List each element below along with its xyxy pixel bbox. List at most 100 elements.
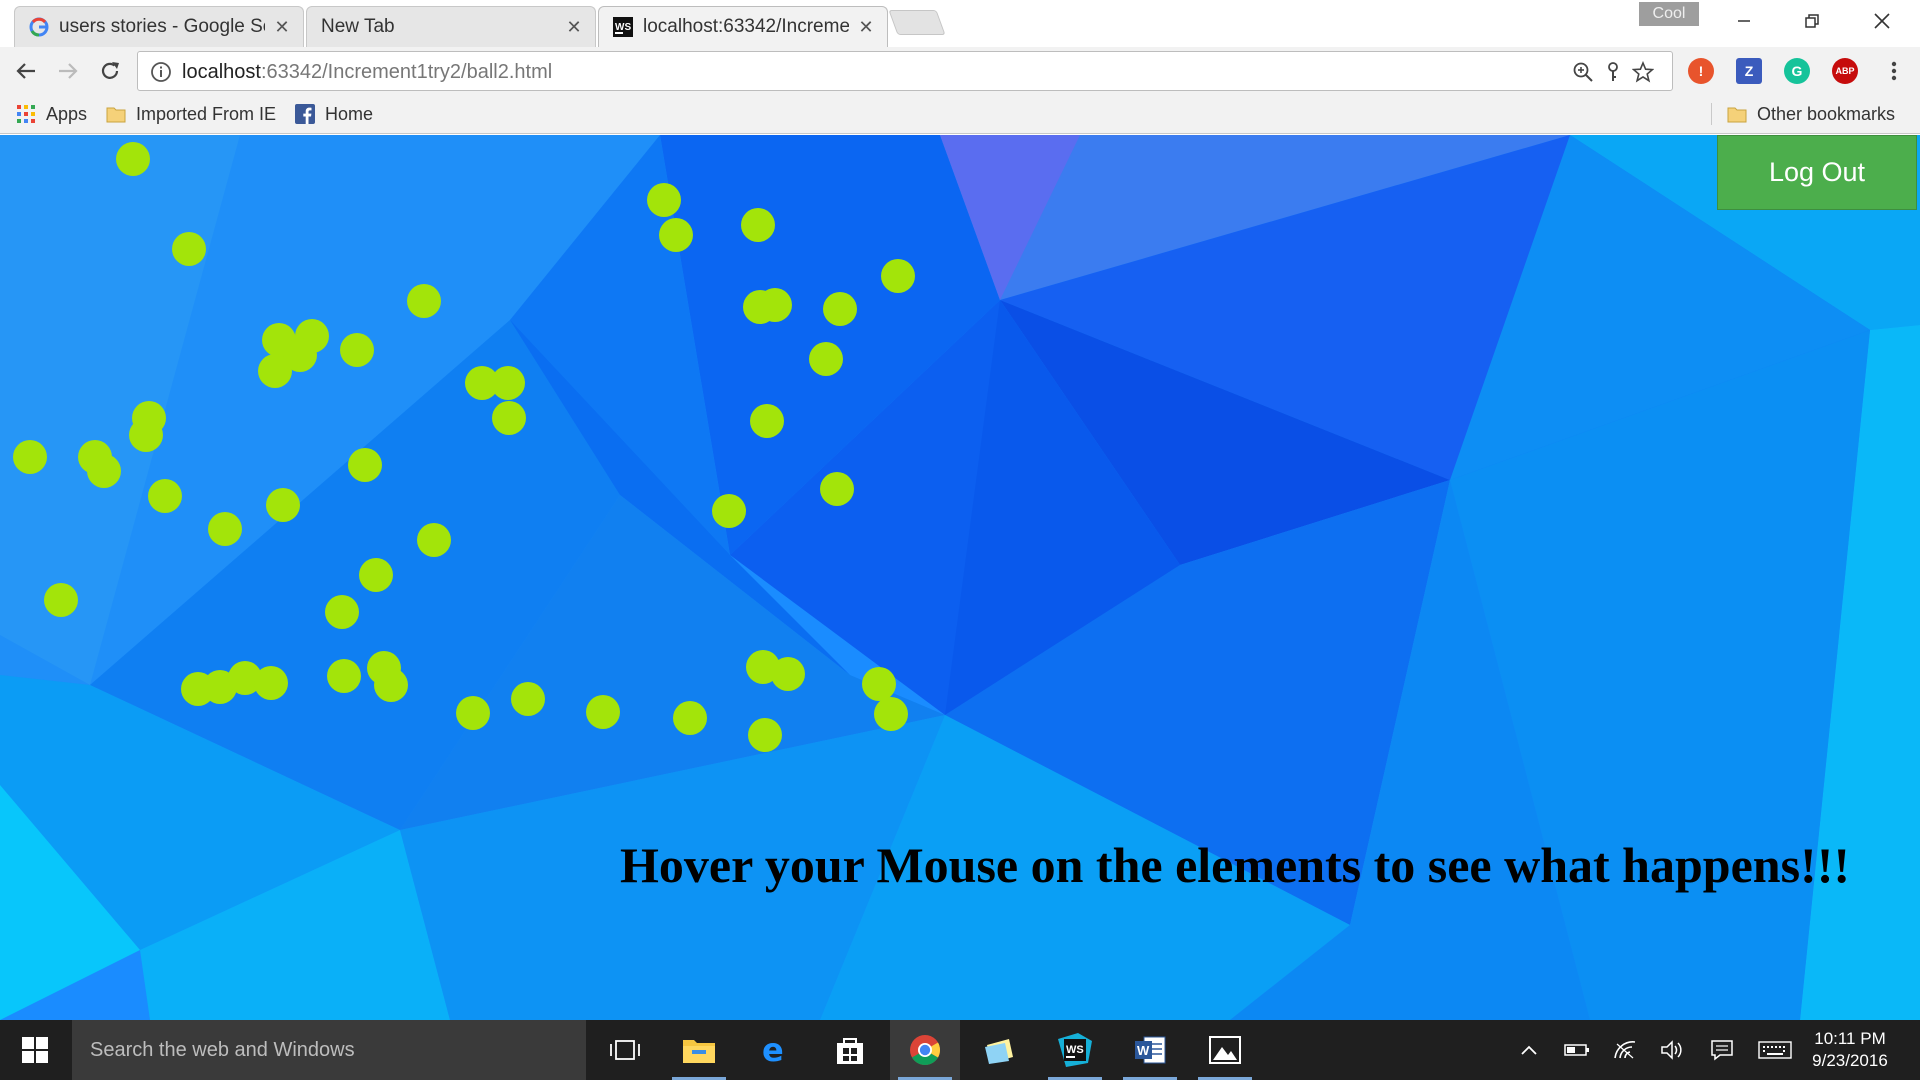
ball[interactable] xyxy=(254,666,288,700)
address-bar[interactable]: localhost:63342/Increment1try2/ball2.htm… xyxy=(137,51,1673,91)
ball[interactable] xyxy=(741,208,775,242)
tab-title: users stories - Google Se xyxy=(59,16,265,37)
ball[interactable] xyxy=(44,583,78,617)
ball[interactable] xyxy=(809,342,843,376)
ball[interactable] xyxy=(862,667,896,701)
ball[interactable] xyxy=(327,659,361,693)
ball[interactable] xyxy=(208,512,242,546)
ball[interactable] xyxy=(417,523,451,557)
adblock-plus-extension-icon[interactable]: ABP xyxy=(1832,58,1858,84)
chrome-menu-button[interactable] xyxy=(1878,55,1910,87)
ball[interactable] xyxy=(743,290,777,324)
ball[interactable] xyxy=(129,418,163,452)
ublock-extension-icon[interactable]: ! xyxy=(1688,58,1714,84)
sticky-notes-button[interactable] xyxy=(965,1020,1035,1080)
reload-button[interactable] xyxy=(94,55,126,87)
ball[interactable] xyxy=(13,440,47,474)
ball[interactable] xyxy=(771,657,805,691)
store-icon xyxy=(837,1038,863,1064)
webstorm-icon: WS xyxy=(613,17,633,37)
bookmark-label: Other bookmarks xyxy=(1757,103,1896,124)
ball[interactable] xyxy=(659,218,693,252)
edge-button[interactable]: e xyxy=(740,1020,810,1080)
url-host: localhost xyxy=(182,61,261,83)
ball[interactable] xyxy=(359,558,393,592)
ball[interactable] xyxy=(712,494,746,528)
ball[interactable] xyxy=(586,695,620,729)
ball[interactable] xyxy=(407,284,441,318)
ball[interactable] xyxy=(148,479,182,513)
tab-localhost[interactable]: WS localhost:63342/Increme ✕ xyxy=(598,6,888,47)
task-view-icon xyxy=(610,1040,640,1060)
ball[interactable] xyxy=(874,697,908,731)
action-center-icon[interactable] xyxy=(1709,1038,1735,1062)
forward-button[interactable] xyxy=(52,55,84,87)
close-icon[interactable]: ✕ xyxy=(273,18,291,36)
url-text[interactable]: localhost:63342/Increment1try2/ball2.htm… xyxy=(182,60,552,84)
minimize-icon xyxy=(1738,20,1750,22)
file-explorer-button[interactable] xyxy=(664,1020,734,1080)
zoom-icon[interactable] xyxy=(1571,60,1595,84)
star-icon[interactable] xyxy=(1631,60,1655,84)
back-button[interactable] xyxy=(10,55,42,87)
ball[interactable] xyxy=(340,333,374,367)
tab-new-tab[interactable]: New Tab ✕ xyxy=(306,6,596,47)
minimize-button[interactable] xyxy=(1710,4,1778,38)
key-icon[interactable] xyxy=(1601,60,1625,84)
ball[interactable] xyxy=(116,142,150,176)
grammarly-extension-icon[interactable]: G xyxy=(1784,58,1810,84)
ball[interactable] xyxy=(823,292,857,326)
close-icon[interactable]: ✕ xyxy=(565,18,583,36)
ball[interactable] xyxy=(511,682,545,716)
volume-icon[interactable] xyxy=(1659,1038,1685,1062)
bookmark-imported-from-ie[interactable]: Imported From IE xyxy=(106,101,276,127)
ball[interactable] xyxy=(820,472,854,506)
store-button[interactable] xyxy=(815,1020,885,1080)
ball[interactable] xyxy=(325,595,359,629)
system-clock[interactable]: 10:11 PM 9/23/2016 xyxy=(1795,1028,1905,1072)
zotero-extension-icon[interactable]: Z xyxy=(1736,58,1762,84)
chevron-up-icon[interactable] xyxy=(1516,1038,1542,1062)
bookmark-apps[interactable]: Apps xyxy=(16,101,87,127)
new-tab-button[interactable] xyxy=(888,10,946,35)
wifi-icon[interactable] xyxy=(1612,1038,1638,1062)
file-explorer-icon xyxy=(683,1040,715,1063)
ball[interactable] xyxy=(456,696,490,730)
task-view-button[interactable] xyxy=(590,1020,660,1080)
touch-keyboard-icon[interactable] xyxy=(1758,1038,1792,1062)
taskbar-search-box[interactable]: Search the web and Windows xyxy=(72,1020,586,1080)
sticky-notes-icon xyxy=(985,1039,1013,1064)
hover-instruction-text: Hover your Mouse on the elements to see … xyxy=(620,837,1851,893)
close-icon[interactable]: ✕ xyxy=(857,18,875,36)
battery-icon[interactable] xyxy=(1564,1038,1590,1062)
bookmarks-separator xyxy=(1711,103,1712,125)
folder-icon xyxy=(106,104,126,124)
ball[interactable] xyxy=(266,488,300,522)
logout-button[interactable]: Log Out xyxy=(1717,135,1917,210)
ball[interactable] xyxy=(750,404,784,438)
photos-button[interactable] xyxy=(1190,1020,1260,1080)
ball[interactable] xyxy=(258,354,292,388)
chrome-button[interactable] xyxy=(890,1020,960,1080)
ball[interactable] xyxy=(647,183,681,217)
profile-badge[interactable]: Cool xyxy=(1639,2,1699,26)
info-icon[interactable] xyxy=(150,61,172,83)
ball[interactable] xyxy=(748,718,782,752)
bookmark-other-bookmarks[interactable]: Other bookmarks xyxy=(1727,101,1895,127)
bookmark-label: Apps xyxy=(46,103,88,124)
word-button[interactable]: W xyxy=(1115,1020,1185,1080)
start-button[interactable] xyxy=(0,1020,70,1080)
ball[interactable] xyxy=(673,701,707,735)
ball[interactable] xyxy=(492,401,526,435)
ball[interactable] xyxy=(374,668,408,702)
tab-users-stories[interactable]: users stories - Google Se ✕ xyxy=(14,6,304,47)
close-window-button[interactable] xyxy=(1848,4,1916,38)
restore-button[interactable] xyxy=(1778,4,1846,38)
bookmark-home[interactable]: Home xyxy=(295,101,373,127)
ball[interactable] xyxy=(172,232,206,266)
ball[interactable] xyxy=(87,454,121,488)
ball[interactable] xyxy=(881,259,915,293)
ball[interactable] xyxy=(348,448,382,482)
webstorm-button[interactable]: WS xyxy=(1040,1020,1110,1080)
ball[interactable] xyxy=(491,366,525,400)
